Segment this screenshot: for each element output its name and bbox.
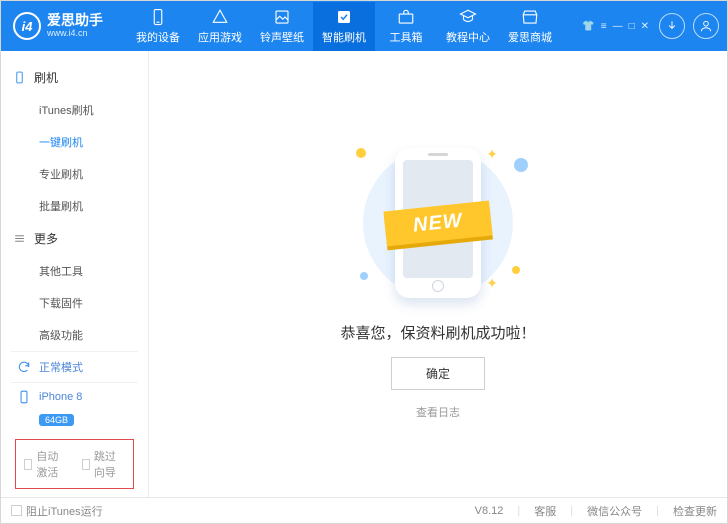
checkbox-skip-guide[interactable]: 跳过向导 xyxy=(82,448,126,480)
flash-icon xyxy=(335,8,353,26)
nav-label: 铃声壁纸 xyxy=(260,29,304,45)
list-icon xyxy=(13,232,26,245)
nav-my-device[interactable]: 我的设备 xyxy=(127,2,189,51)
sidebar-bottom: 正常模式 iPhone 8 64GB 自动激活 跳过向导 xyxy=(1,351,148,497)
shirt-icon[interactable]: 👕 xyxy=(582,21,594,32)
phone-icon xyxy=(17,390,31,404)
nav-flash[interactable]: 智能刷机 xyxy=(313,2,375,51)
window-controls: 👕 ≡ ― □ ✕ xyxy=(582,13,719,39)
menu-icon[interactable]: ≡ xyxy=(601,21,607,32)
version-label: V8.12 xyxy=(475,505,504,517)
nav-label: 我的设备 xyxy=(136,29,180,45)
nav-tutorial[interactable]: 教程中心 xyxy=(437,2,499,51)
sidebar-item-advanced[interactable]: 高级功能 xyxy=(39,319,136,351)
toolbox-icon xyxy=(397,8,415,26)
sidebar-group-flash: 刷机 iTunes刷机 一键刷机 专业刷机 批量刷机 更多 其他工具 下载固件 … xyxy=(1,61,148,351)
tutorial-icon xyxy=(459,8,477,26)
brand-cn: 爱思助手 xyxy=(47,13,103,28)
nav-label: 教程中心 xyxy=(446,29,490,45)
success-illustration: ✦✦ NEW xyxy=(328,138,548,308)
checkbox-block-itunes[interactable]: 阻止iTunes运行 xyxy=(11,503,103,519)
success-message: 恭喜您，保资料刷机成功啦！ xyxy=(340,322,535,343)
download-button[interactable] xyxy=(659,13,685,39)
titlebar: i4 爱思助手 www.i4.cn 我的设备 应用游戏 铃声壁纸 智能刷机 xyxy=(1,1,727,51)
sidebar-item-othertools[interactable]: 其他工具 xyxy=(39,255,136,287)
mini-controls: 👕 ≡ ― □ ✕ xyxy=(582,21,649,32)
refresh-icon xyxy=(17,360,31,374)
logo-badge: i4 xyxy=(13,12,41,40)
nav-label: 爱思商城 xyxy=(508,29,552,45)
nav-label: 工具箱 xyxy=(390,29,423,45)
mode-indicator[interactable]: 正常模式 xyxy=(11,351,138,382)
device-icon xyxy=(13,71,26,84)
capacity-badge: 64GB xyxy=(39,414,74,426)
status-bar: 阻止iTunes运行 V8.12 | 客服 | 微信公众号 | 检查更新 xyxy=(1,497,727,523)
nav-label: 智能刷机 xyxy=(322,29,366,45)
sidebar-item-batch[interactable]: 批量刷机 xyxy=(39,190,136,222)
main-body: 刷机 iTunes刷机 一键刷机 专业刷机 批量刷机 更多 其他工具 下载固件 … xyxy=(1,51,727,497)
store-icon xyxy=(521,8,539,26)
checkbox-auto-activate[interactable]: 自动激活 xyxy=(24,448,68,480)
logo: i4 爱思助手 www.i4.cn xyxy=(13,12,103,40)
app-window: i4 爱思助手 www.i4.cn 我的设备 应用游戏 铃声壁纸 智能刷机 xyxy=(0,0,728,524)
maximize-icon[interactable]: □ xyxy=(629,21,635,32)
sidebar-item-download-fw[interactable]: 下载固件 xyxy=(39,287,136,319)
sidebar-head-flash[interactable]: 刷机 xyxy=(13,61,136,94)
close-icon[interactable]: ✕ xyxy=(641,21,649,32)
device-indicator[interactable]: iPhone 8 64GB xyxy=(11,382,138,433)
device-name: iPhone 8 xyxy=(39,391,82,403)
nav-label: 应用游戏 xyxy=(198,29,242,45)
nav-apps[interactable]: 应用游戏 xyxy=(189,2,251,51)
sidebar-item-itunes[interactable]: iTunes刷机 xyxy=(39,94,136,126)
sidebar-head-more[interactable]: 更多 xyxy=(13,222,136,255)
apps-icon xyxy=(211,8,229,26)
view-log-link[interactable]: 查看日志 xyxy=(416,404,460,420)
user-button[interactable] xyxy=(693,13,719,39)
nav-toolbox[interactable]: 工具箱 xyxy=(375,2,437,51)
ok-button[interactable]: 确定 xyxy=(391,357,485,390)
logo-text: 爱思助手 www.i4.cn xyxy=(47,13,103,38)
sidebar-item-pro[interactable]: 专业刷机 xyxy=(39,158,136,190)
wechat-link[interactable]: 微信公众号 xyxy=(587,503,642,519)
support-link[interactable]: 客服 xyxy=(534,503,556,519)
sidebar: 刷机 iTunes刷机 一键刷机 专业刷机 批量刷机 更多 其他工具 下载固件 … xyxy=(1,51,149,497)
brand-en: www.i4.cn xyxy=(47,29,103,39)
content-area: ✦✦ NEW 恭喜您，保资料刷机成功啦！ 确定 查看日志 xyxy=(149,51,727,497)
minimize-icon[interactable]: ― xyxy=(613,21,623,32)
wallpaper-icon xyxy=(273,8,291,26)
phone-icon xyxy=(149,8,167,26)
nav-store[interactable]: 爱思商城 xyxy=(499,2,561,51)
nav-ringtone[interactable]: 铃声壁纸 xyxy=(251,2,313,51)
options-highlight-box: 自动激活 跳过向导 xyxy=(15,439,134,489)
update-link[interactable]: 检查更新 xyxy=(673,503,717,519)
sidebar-item-oneclick[interactable]: 一键刷机 xyxy=(39,126,136,158)
top-nav: 我的设备 应用游戏 铃声壁纸 智能刷机 工具箱 教程中心 xyxy=(127,2,561,51)
